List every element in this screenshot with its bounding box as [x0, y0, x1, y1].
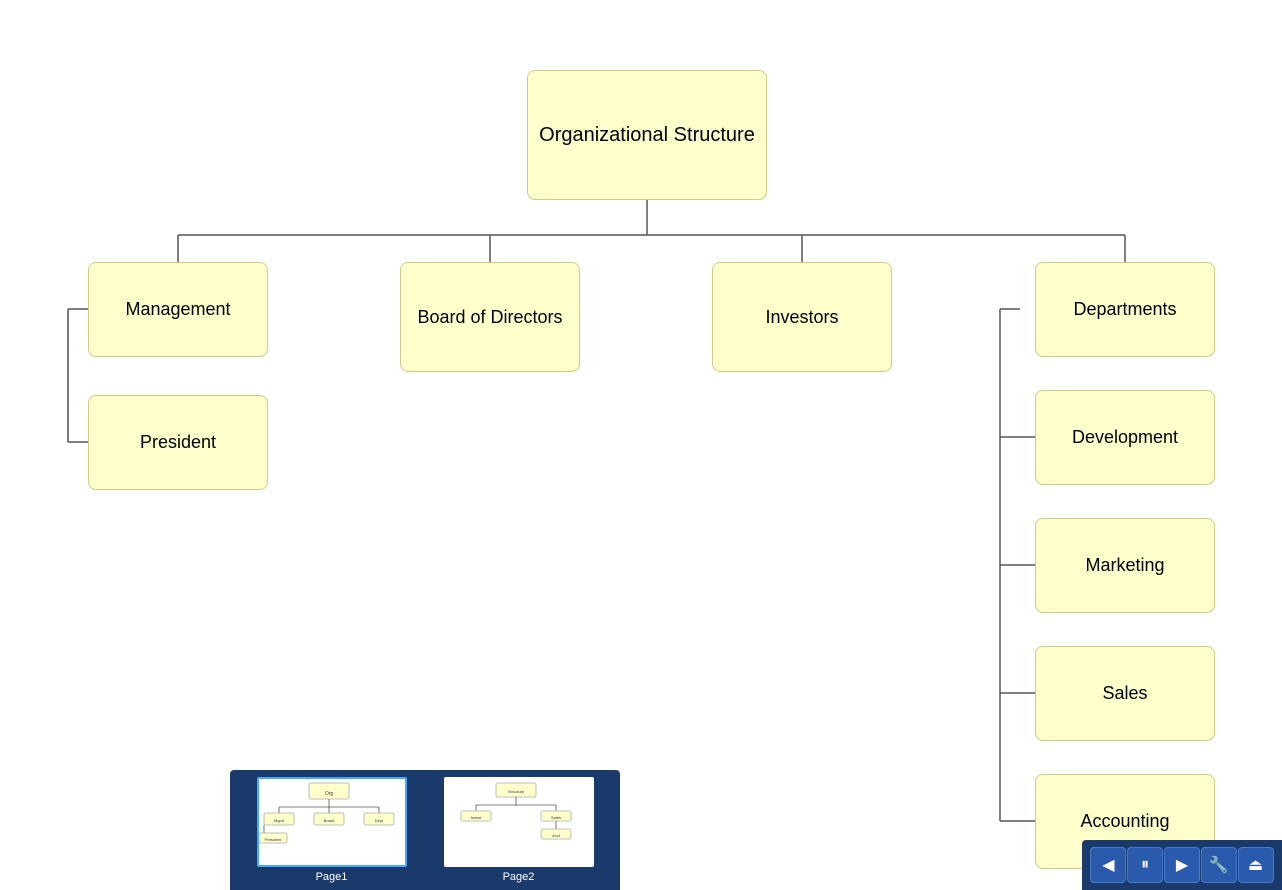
- node-org-structure[interactable]: Organizational Structure: [527, 70, 767, 200]
- thumb-img-page1[interactable]: Org Mgmt Board Dept President: [257, 777, 407, 867]
- node-development[interactable]: Development: [1035, 390, 1215, 485]
- pause-button[interactable]: ⏸: [1127, 847, 1163, 883]
- thumb-label-page1: Page1: [316, 871, 348, 883]
- svg-text:Mgmt: Mgmt: [274, 818, 285, 823]
- svg-text:Invest: Invest: [470, 815, 482, 820]
- thumbnail-page2[interactable]: Structure Invest Sales Acct Page2: [444, 777, 594, 883]
- svg-text:Org: Org: [324, 791, 333, 797]
- diagram-area: Organizational Structure Management Pres…: [0, 0, 1282, 890]
- forward-button[interactable]: ▶: [1164, 847, 1200, 883]
- node-management[interactable]: Management: [88, 262, 268, 357]
- svg-text:Acct: Acct: [552, 833, 561, 838]
- node-investors[interactable]: Investors: [712, 262, 892, 372]
- node-board-of-directors[interactable]: Board of Directors: [400, 262, 580, 372]
- thumb-img-page2[interactable]: Structure Invest Sales Acct: [444, 777, 594, 867]
- mini-chart-page1: Org Mgmt Board Dept President: [259, 779, 399, 859]
- svg-text:Sales: Sales: [550, 815, 560, 820]
- node-marketing[interactable]: Marketing: [1035, 518, 1215, 613]
- settings-button[interactable]: 🔧: [1201, 847, 1237, 883]
- thumbnail-page1[interactable]: Org Mgmt Board Dept President: [257, 777, 407, 883]
- svg-text:President: President: [264, 837, 282, 842]
- node-departments[interactable]: Departments: [1035, 262, 1215, 357]
- svg-text:Dept: Dept: [374, 818, 383, 823]
- svg-text:Board: Board: [323, 818, 334, 823]
- node-sales[interactable]: Sales: [1035, 646, 1215, 741]
- svg-text:Structure: Structure: [507, 789, 524, 794]
- node-president[interactable]: President: [88, 395, 268, 490]
- thumb-label-page2: Page2: [503, 871, 535, 883]
- back-button[interactable]: ◀: [1090, 847, 1126, 883]
- exit-button[interactable]: ⏏: [1238, 847, 1274, 883]
- thumbnail-panel: Org Mgmt Board Dept President: [230, 770, 620, 890]
- mini-chart-page2: Structure Invest Sales Acct: [446, 779, 586, 859]
- bottom-toolbar: ◀ ⏸ ▶ 🔧 ⏏: [1082, 840, 1282, 890]
